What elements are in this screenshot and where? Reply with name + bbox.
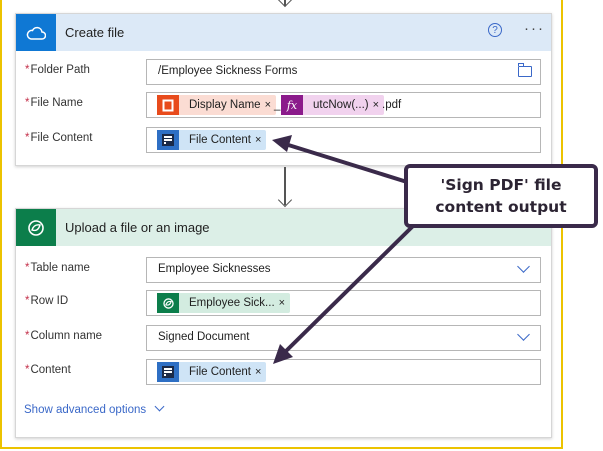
create-file-header[interactable]: Create file ? ···: [16, 14, 551, 51]
column-name-label: *Column name: [25, 330, 103, 342]
file-content-token[interactable]: File Content ×: [157, 130, 267, 150]
fx-icon: fx: [281, 95, 303, 115]
file-name-label: *File Name: [25, 97, 83, 109]
required-marker: *: [25, 64, 30, 76]
column-name-value: Signed Document: [158, 331, 250, 343]
upload-file-card: Upload a file or an image *Table name Em…: [15, 208, 552, 438]
create-file-card: Create file ? ··· *Folder Path /Employee…: [15, 13, 552, 166]
help-icon[interactable]: ?: [488, 23, 502, 37]
remove-token-icon[interactable]: ×: [255, 366, 266, 378]
required-marker: *: [25, 364, 30, 376]
file-name-separator: _: [274, 99, 281, 111]
content-file-content-token[interactable]: File Content ×: [157, 362, 267, 382]
content-label: *Content: [25, 364, 71, 376]
callout-box: 'Sign PDF' file content output: [404, 164, 598, 228]
display-name-token[interactable]: Display Name ×: [157, 95, 277, 115]
folder-path-value: /Employee Sickness Forms: [158, 65, 298, 77]
folder-path-label: *Folder Path: [25, 64, 90, 76]
content-input[interactable]: File Content ×: [146, 359, 541, 385]
table-name-dropdown[interactable]: Employee Sicknesses: [146, 257, 541, 283]
required-marker: *: [25, 330, 30, 342]
sign-pdf-icon: [157, 362, 179, 382]
chevron-down-icon[interactable]: [517, 260, 530, 273]
file-name-input[interactable]: Display Name × _ fx utcNow(...) × .pdf: [146, 92, 541, 118]
content-token-label: File Content: [189, 366, 252, 378]
column-name-dropdown[interactable]: Signed Document: [146, 325, 541, 351]
more-options-icon[interactable]: ···: [524, 20, 545, 37]
table-name-value: Employee Sicknesses: [158, 263, 271, 275]
file-name-suffix: .pdf: [382, 99, 402, 111]
utcnow-token-label: utcNow(...): [313, 99, 369, 111]
row-id-label: *Row ID: [25, 295, 69, 307]
remove-token-icon[interactable]: ×: [255, 134, 266, 146]
display-name-token-label: Display Name: [189, 99, 261, 111]
show-advanced-options-link[interactable]: Show advanced options: [24, 401, 165, 416]
onedrive-cloud-icon: [16, 14, 56, 51]
required-marker: *: [25, 132, 30, 144]
required-marker: *: [25, 97, 30, 109]
file-content-label: *File Content: [25, 132, 93, 144]
utcnow-token[interactable]: fx utcNow(...) ×: [281, 95, 385, 115]
required-marker: *: [25, 262, 30, 274]
required-marker: *: [25, 295, 30, 307]
folder-path-input[interactable]: /Employee Sickness Forms: [146, 59, 541, 85]
callout-line-1: 'Sign PDF' file: [440, 176, 562, 194]
row-id-input[interactable]: Employee Sick... ×: [146, 290, 541, 316]
file-content-token-label: File Content: [189, 134, 252, 146]
dataverse-icon: [16, 209, 56, 246]
callout-line-2: content output: [435, 198, 567, 216]
chevron-down-icon: [154, 401, 165, 412]
remove-token-icon[interactable]: ×: [279, 297, 290, 309]
folder-icon[interactable]: [518, 63, 532, 77]
file-content-input[interactable]: File Content ×: [146, 127, 541, 153]
sign-pdf-icon: [157, 130, 179, 150]
chevron-down-icon[interactable]: [517, 328, 530, 341]
dataverse-icon: [157, 293, 179, 313]
create-file-title: Create file: [65, 25, 125, 40]
employee-sickness-token-label: Employee Sick...: [189, 297, 275, 309]
office-icon: [157, 95, 179, 115]
upload-file-title: Upload a file or an image: [65, 220, 210, 235]
employee-sickness-token[interactable]: Employee Sick... ×: [157, 293, 291, 313]
table-name-label: *Table name: [25, 262, 90, 274]
